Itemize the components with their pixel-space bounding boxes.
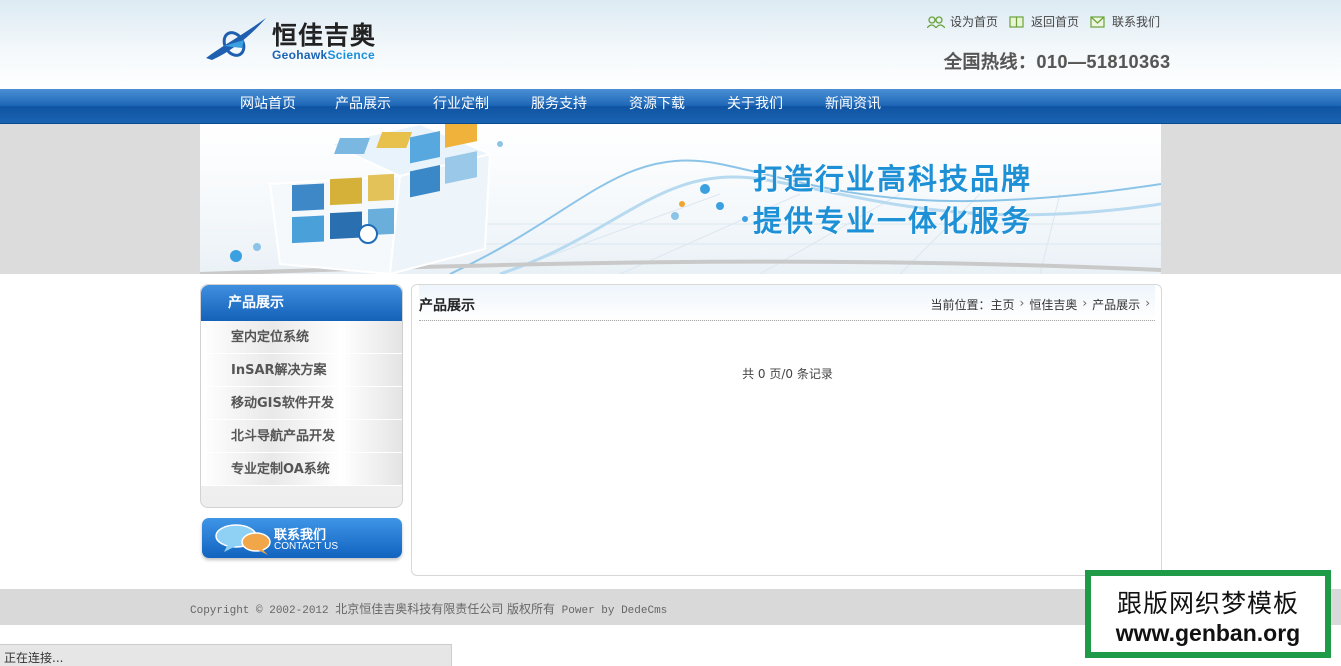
copyright: Copyright © 2002-2012 北京恒佳吉奥科技有限责任公司 版权所… <box>190 600 667 617</box>
breadcrumb: 当前位置： 主页 › 恒佳吉奥 › 产品展示 › <box>931 296 1156 313</box>
contact-us-button[interactable]: 联系我们 CONTACT US <box>202 518 402 558</box>
nav-item-support[interactable]: 服务支持 <box>510 89 608 122</box>
copyright-powered: Power by DedeCms <box>555 605 668 617</box>
breadcrumb-company[interactable]: 恒佳吉奥 <box>1029 296 1077 313</box>
set-homepage-link[interactable]: 设为首页 <box>926 13 998 30</box>
chevron-right-icon: › <box>1145 296 1150 310</box>
book-icon <box>1009 15 1024 28</box>
logo[interactable]: 恒佳吉奥 GeohawkScience <box>204 14 394 66</box>
contact-us-label: 联系我们 <box>1111 15 1160 29</box>
breadcrumb-products[interactable]: 产品展示 <box>1092 296 1140 313</box>
breadcrumb-home[interactable]: 主页 <box>991 296 1015 313</box>
contact-us-link[interactable]: 联系我们 <box>1089 13 1160 30</box>
header: 恒佳吉奥 GeohawkScience 设为首页 返回首页 联系我们 全国热线：… <box>0 0 1341 89</box>
sidebar-item-indoor-positioning[interactable]: 室内定位系统 <box>201 321 402 354</box>
chat-bubbles-icon <box>215 524 271 555</box>
logo-name-en-a: Geohawk <box>272 48 328 62</box>
top-links: 设为首页 返回首页 联系我们 <box>926 13 1160 30</box>
hawk-logo-icon <box>206 18 266 60</box>
set-homepage-label: 设为首页 <box>949 15 998 29</box>
main-nav: 网站首页 产品展示 行业定制 服务支持 资源下载 关于我们 新闻资讯 <box>0 89 1341 124</box>
main-panel: 产品展示 当前位置： 主页 › 恒佳吉奥 › 产品展示 › 共 0 页/0 条记… <box>411 284 1162 576</box>
copyright-year: Copyright © 2002-2012 <box>190 605 336 617</box>
watermark-cn: 跟版网织梦模板 <box>1116 589 1299 618</box>
nav-item-products[interactable]: 产品展示 <box>314 89 412 122</box>
banner-slogan-2: 提供专业一体化服务 <box>753 204 1033 238</box>
browser-status-bar: 正在连接... <box>0 644 452 666</box>
nav-item-news[interactable]: 新闻资讯 <box>804 89 902 122</box>
back-home-label: 返回首页 <box>1030 15 1079 29</box>
nav-item-industry[interactable]: 行业定制 <box>412 89 510 122</box>
watermark-badge: 跟版网织梦模板 www.genban.org <box>1085 570 1331 658</box>
banner: 打造行业高科技品牌 提供专业一体化服务 <box>200 124 1161 274</box>
pagination-info: 共 0 页/0 条记录 <box>742 367 833 381</box>
logo-name-cn: 恒佳吉奥 <box>272 21 377 50</box>
sidebar-item-insar[interactable]: InSAR解决方案 <box>201 354 402 387</box>
nav-item-about[interactable]: 关于我们 <box>706 89 804 122</box>
sidebar-item-oa-system[interactable]: 专业定制OA系统 <box>201 453 402 486</box>
chevron-right-icon: › <box>1082 296 1088 310</box>
sidebar-item-beidou[interactable]: 北斗导航产品开发 <box>201 420 402 453</box>
page-title: 产品展示 <box>419 298 475 314</box>
mail-icon <box>1090 15 1105 28</box>
logo-name-en-b: Science <box>327 48 375 62</box>
copyright-company: 北京恒佳吉奥科技有限责任公司 版权所有 <box>335 602 556 616</box>
logo-name-en: GeohawkScience <box>272 48 375 62</box>
sidebar-item-mobile-gis[interactable]: 移动GIS软件开发 <box>201 387 402 420</box>
main-header: 产品展示 当前位置： 主页 › 恒佳吉奥 › 产品展示 › <box>419 285 1155 321</box>
sidebar-title: 产品展示 <box>201 285 402 321</box>
chevron-right-icon: › <box>1019 296 1025 310</box>
contact-us-en: CONTACT US <box>274 541 339 552</box>
nav-item-downloads[interactable]: 资源下载 <box>608 89 706 122</box>
watermark-url: www.genban.org <box>1115 620 1301 646</box>
people-icon <box>926 15 945 28</box>
back-home-link[interactable]: 返回首页 <box>1008 13 1079 30</box>
status-text: 正在连接... <box>4 651 64 665</box>
nav-item-home[interactable]: 网站首页 <box>222 89 314 122</box>
breadcrumb-prefix: 当前位置： <box>930 298 991 312</box>
banner-slogan-1: 打造行业高科技品牌 <box>753 162 1033 196</box>
sidebar: 产品展示 室内定位系统 InSAR解决方案 移动GIS软件开发 北斗导航产品开发… <box>200 284 403 508</box>
hotline: 全国热线：010—51810363 <box>944 52 1171 72</box>
